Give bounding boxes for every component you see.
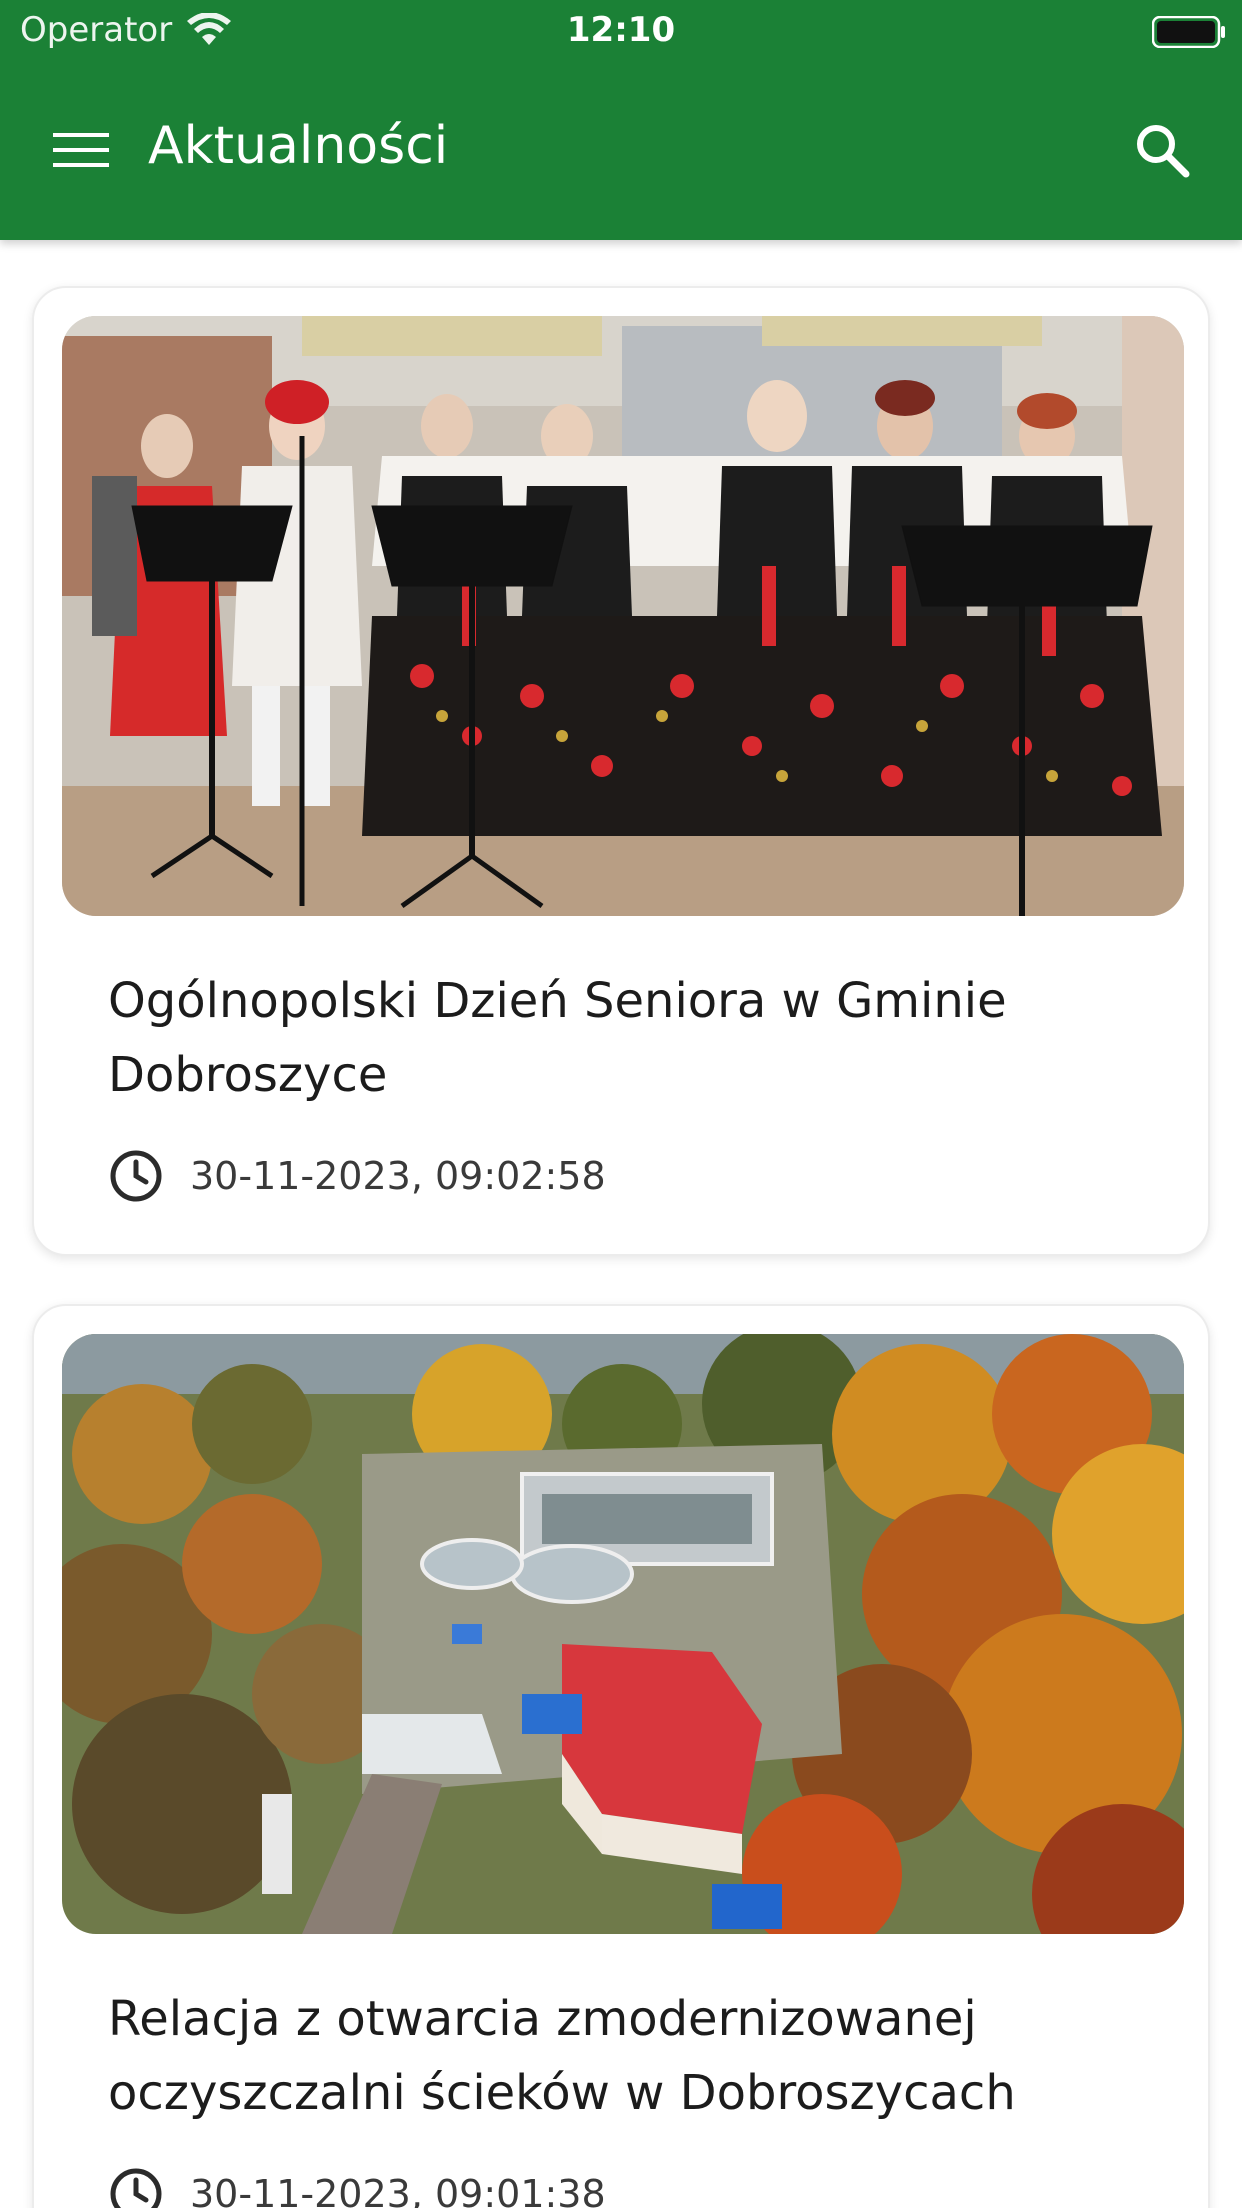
news-card[interactable]: Ogólnopolski Dzień Seniora w Gminie Dobr… [32,286,1210,1256]
news-title[interactable]: Relacja z otwarcia zmodernizowanej oczys… [108,1982,1068,2130]
news-card[interactable]: Relacja z otwarcia zmodernizowanej oczys… [32,1304,1210,2208]
clock-icon [110,2168,162,2208]
battery-icon [1152,16,1225,48]
clock-icon [110,1150,162,1202]
news-date: 30-11-2023, 09:02:58 [190,1154,606,1198]
news-image [62,1334,1184,1934]
news-meta: 30-11-2023, 09:02:58 [108,1148,606,1204]
toolbar: Aktualności [0,92,1242,208]
search-button[interactable] [1126,114,1198,186]
hamburger-menu-icon [53,133,109,167]
status-time: 12:10 [566,10,676,50]
news-date: 30-11-2023, 09:01:38 [190,2172,606,2208]
news-image [62,316,1184,916]
aerial-treatment-plant-photo [62,1334,1184,1934]
folk-choir-photo [62,316,1184,916]
page-title: Aktualności [148,116,449,176]
news-meta: 30-11-2023, 09:01:38 [108,2166,606,2208]
search-icon [1137,125,1190,178]
menu-button[interactable] [46,122,116,178]
status-bar: Operator 12:10 [0,0,1242,64]
app-bar: Operator 12:10 Aktualności [0,0,1242,240]
news-title[interactable]: Ogólnopolski Dzień Seniora w Gminie Dobr… [108,964,1068,1112]
news-feed[interactable]: Ogólnopolski Dzień Seniora w Gminie Dobr… [0,240,1242,2208]
